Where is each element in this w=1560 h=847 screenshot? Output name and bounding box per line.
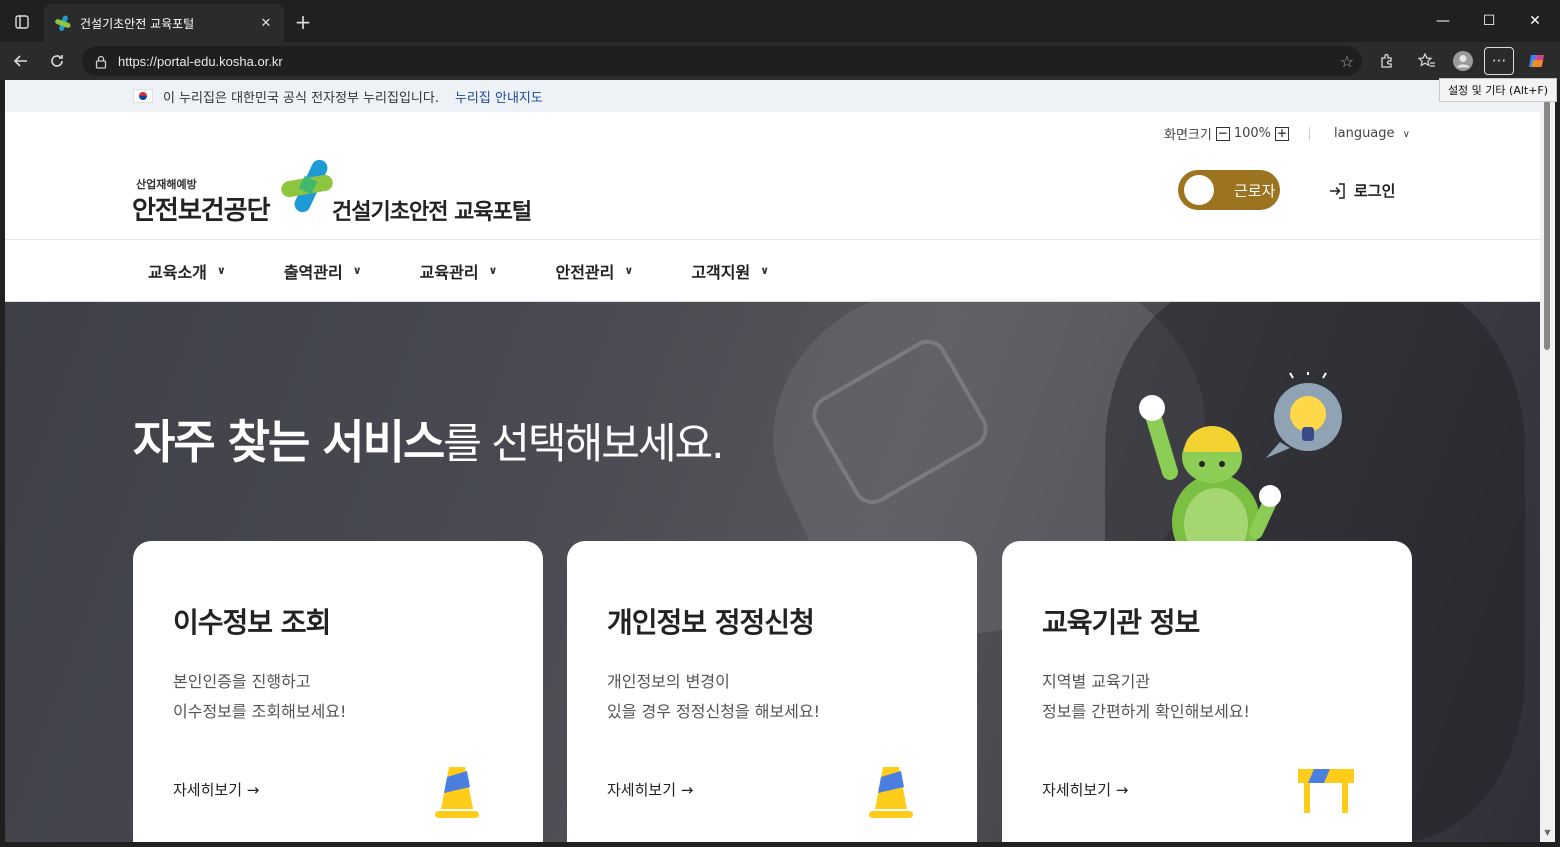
- zoom-out-button[interactable]: −: [1215, 126, 1230, 141]
- nav-label: 출역관리: [283, 262, 343, 282]
- refresh-button[interactable]: [42, 47, 72, 75]
- utility-bar: 화면크기 − 100% + language ∨: [1164, 124, 1410, 143]
- scroll-down-icon[interactable]: ▼: [1542, 828, 1553, 839]
- hero-title: 자주 찾는 서비스를 선택해보세요.: [133, 406, 724, 472]
- new-tab-button[interactable]: +: [290, 9, 316, 35]
- zoom-value: 100%: [1233, 126, 1271, 141]
- card-desc-line: 지역별 교육기관: [1042, 672, 1151, 691]
- chevron-down-icon: ∨: [216, 264, 226, 277]
- card-more-link[interactable]: 자세히보기 →: [173, 779, 259, 800]
- divider: [1309, 126, 1310, 141]
- card-description: 본인인증을 진행하고이수정보를 조회해보세요!: [173, 667, 346, 727]
- hero-section: 자주 찾는 서비스를 선택해보세요. 이수정보 조회 본인인증을 진행하고 이수정…: [5, 302, 1540, 842]
- refresh-icon: [51, 55, 63, 67]
- chevron-down-icon: ∨: [352, 264, 362, 277]
- browser-tab-bar: 건설기초안전 교육포털 ✕ + — ☐ ✕: [0, 0, 1560, 42]
- nav-item-safety[interactable]: 안전관리 ∨: [555, 259, 633, 283]
- card-description: 개인정보의 변경이있을 경우 정정신청을 해보세요!: [607, 667, 820, 727]
- chevron-down-icon: ∨: [1402, 129, 1410, 140]
- close-window-button[interactable]: ✕: [1512, 6, 1558, 36]
- login-icon: [1330, 182, 1345, 199]
- korea-flag-icon: [133, 89, 153, 103]
- card-more-link[interactable]: 자세히보기 →: [1042, 779, 1128, 800]
- nav-item-support[interactable]: 고객지원 ∨: [691, 259, 769, 283]
- card-desc-line: 개인정보의 변경이: [607, 672, 730, 691]
- gov-banner-link[interactable]: 누리집 안내지도: [455, 87, 543, 106]
- profile-avatar-icon[interactable]: [1448, 47, 1478, 75]
- login-label: 로그인: [1354, 182, 1396, 200]
- zoom-label: 화면크기: [1163, 128, 1212, 143]
- gov-banner-text: 이 누리집은 대한민국 공식 전자정부 누리집입니다.: [163, 90, 439, 106]
- settings-more-button[interactable]: ···: [1484, 47, 1514, 75]
- card-desc-line: 정보를 간편하게 확인해보세요!: [1042, 702, 1250, 721]
- minimize-button[interactable]: —: [1420, 6, 1466, 36]
- more-dots-icon: ···: [1491, 52, 1507, 70]
- card-institution-info[interactable]: 교육기관 정보 지역별 교육기관정보를 간편하게 확인해보세요! 자세히보기 →: [1002, 541, 1412, 842]
- barricade-icon: [1298, 769, 1354, 813]
- url-text[interactable]: https://portal-edu.kosha.or.kr: [118, 54, 1332, 69]
- kosha-logo-icon[interactable]: [275, 156, 335, 216]
- scroll-thumb[interactable]: [1544, 100, 1550, 350]
- back-arrow-icon: [13, 55, 27, 67]
- nav-label: 교육관리: [419, 262, 479, 282]
- card-personal-info-correction[interactable]: 개인정보 정정신청 개인정보의 변경이있을 경우 정정신청을 해보세요! 자세히…: [567, 541, 977, 842]
- card-title: 개인정보 정정신청: [607, 606, 815, 639]
- nav-label: 교육소개: [148, 262, 207, 282]
- chevron-down-icon: ∨: [488, 264, 498, 277]
- copilot-icon[interactable]: [1522, 47, 1552, 75]
- card-desc-line: 이수정보를 조회해보세요!: [173, 702, 347, 721]
- site-header: 화면크기 − 100% + language ∨ 산업재해예방 안전보건공단 건…: [5, 112, 1540, 240]
- gov-banner: 이 누리집은 대한민국 공식 전자정부 누리집입니다. 누리집 안내지도: [5, 80, 1540, 112]
- card-title: 교육기관 정보: [1042, 606, 1200, 639]
- toggle-knob: [1184, 175, 1214, 205]
- extensions-icon[interactable]: [1372, 47, 1402, 75]
- traffic-cone-icon: [435, 767, 479, 818]
- card-desc-line: 본인인증을 진행하고: [173, 672, 311, 691]
- login-button[interactable]: 로그인: [1328, 180, 1395, 201]
- nav-label: 안전관리: [555, 262, 615, 282]
- nav-label: 고객지원: [691, 262, 751, 282]
- portal-title[interactable]: 건설기초안전 교육포털: [332, 194, 532, 226]
- card-desc-line: 있을 경우 정정신청을 해보세요!: [607, 702, 821, 721]
- tab-actions-icon[interactable]: [8, 8, 36, 36]
- hero-title-bold: 자주 찾는 서비스: [133, 415, 445, 469]
- zoom-in-button[interactable]: +: [1275, 126, 1289, 141]
- kosha-favicon-icon: [54, 14, 72, 32]
- address-bar[interactable]: https://portal-edu.kosha.or.kr ☆: [82, 46, 1362, 76]
- page-viewport: 이 누리집은 대한민국 공식 전자정부 누리집입니다. 누리집 안내지도 화면크…: [5, 80, 1540, 842]
- page-scrollbar[interactable]: ▲ ▼: [1540, 80, 1555, 842]
- hero-title-rest: 를 선택해보세요.: [443, 419, 724, 468]
- card-description: 지역별 교육기관정보를 간편하게 확인해보세요!: [1042, 667, 1250, 727]
- favorite-star-icon[interactable]: ☆: [1332, 52, 1362, 71]
- card-more-link[interactable]: 자세히보기 →: [607, 779, 693, 800]
- card-title: 이수정보 조회: [173, 606, 331, 639]
- back-button[interactable]: [6, 47, 36, 75]
- toggle-label: 근로자: [1234, 181, 1276, 200]
- card-completion-info[interactable]: 이수정보 조회 본인인증을 진행하고이수정보를 조회해보세요! 자세히보기 →: [133, 541, 543, 842]
- maximize-button[interactable]: ☐: [1466, 6, 1512, 36]
- chevron-down-icon: ∨: [760, 264, 770, 277]
- logo-org-name[interactable]: 안전보건공단: [132, 190, 271, 227]
- nav-item-edu-intro[interactable]: 교육소개 ∨: [148, 259, 226, 283]
- tab-close-icon[interactable]: ✕: [258, 16, 274, 31]
- main-navigation: 교육소개 ∨ 출역관리 ∨ 교육관리 ∨ 안전관리 ∨ 고객지원 ∨: [5, 240, 1540, 302]
- language-select[interactable]: language ∨: [1334, 126, 1410, 141]
- lock-icon: [94, 54, 108, 69]
- chevron-down-icon: ∨: [624, 264, 634, 277]
- browser-toolbar: https://portal-edu.kosha.or.kr ☆ ···: [0, 42, 1560, 80]
- traffic-cone-icon: [869, 767, 913, 818]
- nav-item-attendance[interactable]: 출역관리 ∨: [284, 259, 362, 283]
- favorites-icon[interactable]: [1412, 47, 1442, 75]
- browser-tab-active[interactable]: 건설기초안전 교육포털 ✕: [44, 4, 284, 42]
- tab-title: 건설기초안전 교육포털: [80, 16, 195, 31]
- language-label: language: [1334, 126, 1395, 141]
- nav-item-edu-manage[interactable]: 교육관리 ∨: [420, 259, 498, 283]
- user-type-toggle[interactable]: 근로자: [1178, 170, 1280, 210]
- settings-tooltip: 설정 및 기타 (Alt+F): [1439, 78, 1557, 102]
